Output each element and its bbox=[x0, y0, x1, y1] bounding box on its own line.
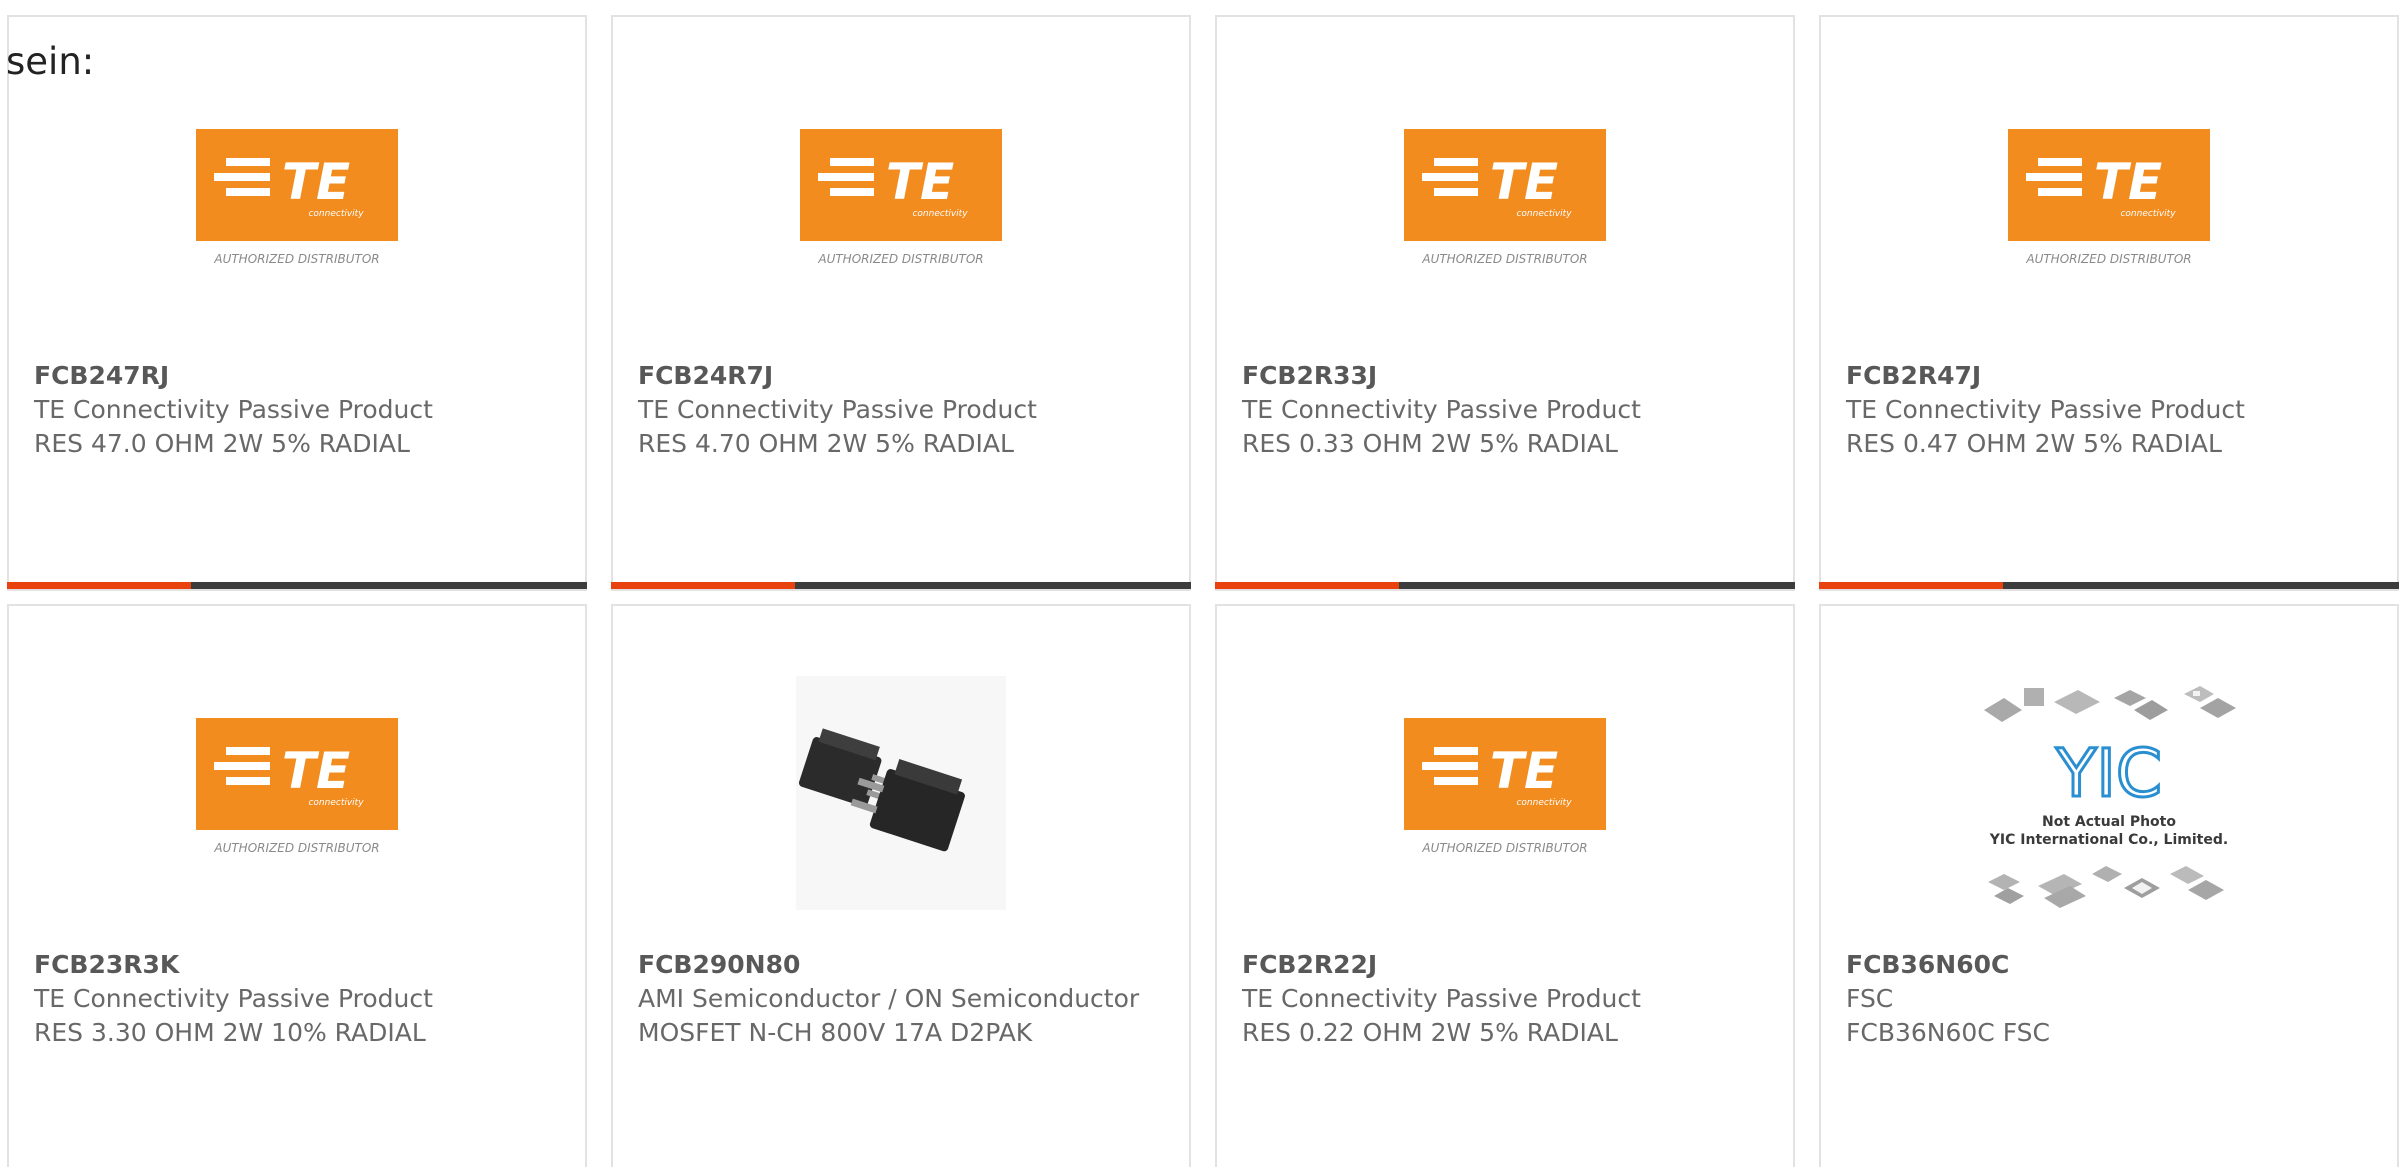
svg-text:connectivity: connectivity bbox=[1516, 798, 1572, 808]
manufacturer: TE Connectivity Passive Product bbox=[638, 395, 1037, 424]
product-card[interactable]: TE connectivity AUTHORIZED DISTRIBUTOR F… bbox=[1215, 15, 1795, 591]
part-number[interactable]: FCB2R22J bbox=[1242, 948, 1773, 982]
description: RES 3.30 OHM 2W 10% RADIAL bbox=[34, 1018, 426, 1047]
part-number[interactable]: FCB24R7J bbox=[638, 359, 1169, 393]
svg-text:AUTHORIZED DISTRIBUTOR: AUTHORIZED DISTRIBUTOR bbox=[1421, 841, 1587, 855]
svg-text:connectivity: connectivity bbox=[1516, 209, 1572, 219]
intro-text: sein: bbox=[6, 40, 95, 83]
manufacturer: TE Connectivity Passive Product bbox=[1242, 984, 1641, 1013]
manufacturer: AMI Semiconductor / ON Semiconductor bbox=[638, 984, 1140, 1013]
product-card[interactable]: TE connectivity AUTHORIZED DISTRIBUTOR F… bbox=[611, 15, 1191, 591]
product-card[interactable]: TE connectivity AUTHORIZED DISTRIBUTOR F… bbox=[7, 15, 587, 591]
yic-placeholder-image: YIC Not Actual Photo YIC International C… bbox=[1821, 676, 2397, 910]
description: FCB36N60C FSC bbox=[1846, 1018, 2050, 1047]
description: RES 4.70 OHM 2W 5% RADIAL bbox=[638, 429, 1014, 458]
part-number[interactable]: FCB2R47J bbox=[1846, 359, 2377, 393]
svg-text:YIC International Co., Limited: YIC International Co., Limited. bbox=[1989, 832, 2228, 848]
manufacturer: TE Connectivity Passive Product bbox=[1846, 395, 2245, 424]
svg-text:TE: TE bbox=[886, 153, 954, 211]
svg-text:Not Actual Photo: Not Actual Photo bbox=[2042, 814, 2176, 830]
svg-text:AUTHORIZED DISTRIBUTOR: AUTHORIZED DISTRIBUTOR bbox=[817, 252, 983, 266]
d2pak-photo bbox=[613, 676, 1189, 910]
te-logo-image: TE connectivity AUTHORIZED DISTRIBUTOR bbox=[1217, 702, 1793, 862]
manufacturer: TE Connectivity Passive Product bbox=[34, 395, 433, 424]
part-number[interactable]: FCB36N60C bbox=[1846, 948, 2377, 982]
description: MOSFET N-CH 800V 17A D2PAK bbox=[638, 1018, 1033, 1047]
svg-text:YIC: YIC bbox=[2055, 735, 2162, 812]
svg-text:AUTHORIZED DISTRIBUTOR: AUTHORIZED DISTRIBUTOR bbox=[2025, 252, 2191, 266]
te-logo-image: TE connectivity AUTHORIZED DISTRIBUTOR bbox=[9, 113, 585, 273]
product-card[interactable]: YIC Not Actual Photo YIC International C… bbox=[1819, 604, 2399, 1167]
svg-text:AUTHORIZED DISTRIBUTOR: AUTHORIZED DISTRIBUTOR bbox=[213, 841, 379, 855]
svg-text:TE: TE bbox=[282, 153, 350, 211]
card-progress-bar bbox=[1215, 582, 1795, 589]
svg-text:TE: TE bbox=[282, 742, 350, 800]
part-number[interactable]: FCB2R33J bbox=[1242, 359, 1773, 393]
svg-text:connectivity: connectivity bbox=[308, 209, 364, 219]
svg-text:connectivity: connectivity bbox=[308, 798, 364, 808]
part-number[interactable]: FCB290N80 bbox=[638, 948, 1169, 982]
svg-text:TE: TE bbox=[2094, 153, 2162, 211]
card-progress-bar bbox=[7, 582, 587, 589]
description: RES 0.33 OHM 2W 5% RADIAL bbox=[1242, 429, 1618, 458]
te-logo-image: TE connectivity AUTHORIZED DISTRIBUTOR bbox=[1821, 113, 2397, 273]
manufacturer: FSC bbox=[1846, 984, 1894, 1013]
svg-text:connectivity: connectivity bbox=[912, 209, 968, 219]
product-card[interactable]: FCB290N80 AMI Semiconductor / ON Semicon… bbox=[611, 604, 1191, 1167]
part-number[interactable]: FCB247RJ bbox=[34, 359, 565, 393]
manufacturer: TE Connectivity Passive Product bbox=[34, 984, 433, 1013]
svg-text:AUTHORIZED DISTRIBUTOR: AUTHORIZED DISTRIBUTOR bbox=[213, 252, 379, 266]
svg-text:AUTHORIZED DISTRIBUTOR: AUTHORIZED DISTRIBUTOR bbox=[1421, 252, 1587, 266]
description: RES 47.0 OHM 2W 5% RADIAL bbox=[34, 429, 410, 458]
description: RES 0.22 OHM 2W 5% RADIAL bbox=[1242, 1018, 1618, 1047]
svg-text:connectivity: connectivity bbox=[2120, 209, 2176, 219]
card-progress-bar bbox=[1819, 582, 2399, 589]
te-logo-image: TE connectivity AUTHORIZED DISTRIBUTOR bbox=[613, 113, 1189, 273]
manufacturer: TE Connectivity Passive Product bbox=[1242, 395, 1641, 424]
description: RES 0.47 OHM 2W 5% RADIAL bbox=[1846, 429, 2222, 458]
product-grid-page: sein: TE connectivity AUTHORIZED DISTRIB… bbox=[0, 0, 2400, 1167]
te-logo-image: TE connectivity AUTHORIZED DISTRIBUTOR bbox=[1217, 113, 1793, 273]
product-card[interactable]: TE connectivity AUTHORIZED DISTRIBUTOR F… bbox=[7, 604, 587, 1167]
product-card[interactable]: TE connectivity AUTHORIZED DISTRIBUTOR F… bbox=[1215, 604, 1795, 1167]
svg-text:TE: TE bbox=[1490, 742, 1558, 800]
te-logo-image: TE connectivity AUTHORIZED DISTRIBUTOR bbox=[9, 702, 585, 862]
product-card[interactable]: TE connectivity AUTHORIZED DISTRIBUTOR F… bbox=[1819, 15, 2399, 591]
svg-text:TE: TE bbox=[1490, 153, 1558, 211]
part-number[interactable]: FCB23R3K bbox=[34, 948, 565, 982]
card-progress-bar bbox=[611, 582, 1191, 589]
